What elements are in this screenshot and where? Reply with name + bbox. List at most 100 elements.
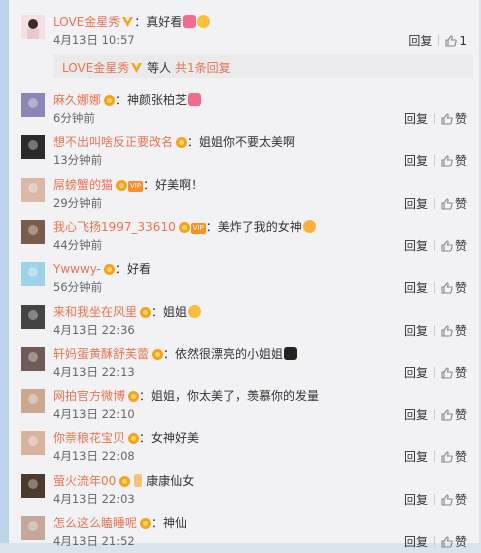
like-button[interactable]: 赞 <box>455 154 467 168</box>
comment-text: ：神颜张柏芝 <box>115 93 188 107</box>
member-badge-icon <box>176 137 188 149</box>
verified-v-icon <box>131 63 143 73</box>
like-icon[interactable] <box>441 324 453 337</box>
timestamp: 4月13日 21:52 <box>53 534 135 548</box>
avatar[interactable] <box>21 177 45 202</box>
username[interactable]: 麻久娜娜 <box>53 93 101 107</box>
comment-text: 康康仙女 <box>146 473 195 488</box>
comment-row: 我心飞扬1997_33610 VIP ：美炸了我的女神 44分钟前 回复 赞 <box>9 215 479 257</box>
username[interactable]: 你萘稂花宝贝 <box>53 431 125 445</box>
username[interactable]: 轩妈蛋黄酥舒芙蕾 <box>53 347 149 361</box>
reply-summary-text: 等人 <box>147 61 172 75</box>
like-button[interactable]: 赞 <box>455 324 467 338</box>
username[interactable]: LOVE金星秀 <box>53 15 120 29</box>
verified-v-icon <box>122 17 134 27</box>
comment-text: ：神仙 <box>151 516 188 530</box>
avatar[interactable] <box>21 93 45 117</box>
username[interactable]: 怎么这么瞌睡呢 <box>53 516 137 530</box>
comment-row: Ywwwy- ：好看 56分钟前 回复 赞 <box>9 257 479 299</box>
like-icon[interactable] <box>441 409 453 421</box>
username[interactable]: 网拍官方微博 <box>53 389 125 403</box>
reply-summary-user[interactable]: LOVE金星秀 <box>62 61 129 75</box>
avatar[interactable] <box>21 346 45 371</box>
like-button[interactable]: 赞 <box>455 493 467 507</box>
like-button[interactable]: 赞 <box>455 450 467 464</box>
avatar[interactable] <box>21 431 45 456</box>
reply-button[interactable]: 回复 <box>404 408 428 422</box>
like-icon[interactable] <box>441 282 453 294</box>
view-replies-link[interactable]: 共1条回复 <box>175 61 231 75</box>
kiss-emoji-icon <box>302 219 316 233</box>
like-icon[interactable] <box>441 494 453 506</box>
divider <box>433 324 435 336</box>
divider <box>433 493 435 505</box>
reply-button[interactable]: 回复 <box>404 450 428 464</box>
like-icon[interactable] <box>441 451 453 463</box>
like-icon[interactable] <box>441 155 453 167</box>
reply-button[interactable]: 回复 <box>404 493 428 507</box>
like-button[interactable]: 赞 <box>455 112 467 126</box>
candle-emoji-icon <box>134 473 143 487</box>
like-button[interactable]: 赞 <box>455 281 467 295</box>
timestamp: 6分钟前 <box>53 111 95 125</box>
like-icon[interactable] <box>445 35 458 47</box>
username[interactable]: Ywwwy- <box>53 262 101 276</box>
smile-emoji-icon <box>188 304 202 318</box>
avatar[interactable] <box>21 262 45 287</box>
reply-button[interactable]: 回复 <box>404 324 428 338</box>
username[interactable]: 我心飞扬1997_33610 <box>53 220 176 234</box>
reply-button[interactable]: 回复 <box>404 239 428 253</box>
like-button[interactable]: 赞 <box>455 197 467 211</box>
avatar[interactable] <box>21 135 45 160</box>
member-badge-icon <box>140 306 152 318</box>
username[interactable]: 来和我坐在风里 <box>53 305 137 319</box>
reply-button[interactable]: 回复 <box>404 281 428 295</box>
divider <box>433 366 435 378</box>
member-badge-icon <box>152 348 164 360</box>
username[interactable]: 萤火流年00 <box>53 474 116 488</box>
like-icon[interactable] <box>441 367 453 379</box>
timestamp: 4月13日 22:10 <box>53 407 135 422</box>
member-badge-icon <box>140 518 152 529</box>
comment-text: ：真好看 <box>134 15 183 29</box>
username[interactable]: 屌螃蟹的猫 <box>53 178 113 192</box>
avatar[interactable] <box>21 473 45 498</box>
avatar[interactable] <box>21 304 45 329</box>
like-button[interactable]: 赞 <box>455 366 467 380</box>
timestamp: 4月13日 22:36 <box>53 322 135 337</box>
comment-row: 你萘稂花宝贝 ：女神好美 4月13日 22:08 回复 赞 <box>9 426 479 468</box>
like-button[interactable]: 赞 <box>455 239 467 253</box>
like-button[interactable]: 赞 <box>455 535 467 549</box>
comment-text: ：女神好美 <box>139 431 200 446</box>
timestamp: 29分钟前 <box>53 195 103 210</box>
reply-button[interactable]: 回复 <box>404 154 428 168</box>
like-icon[interactable] <box>441 113 453 125</box>
like-icon[interactable] <box>441 536 453 548</box>
reply-button[interactable]: 回复 <box>408 34 432 48</box>
timestamp: 4月13日 10:57 <box>53 33 135 47</box>
member-badge-icon <box>119 475 131 487</box>
comment-row: 萤火流年00 康康仙女 4月13日 22:03 回复 赞 <box>9 469 479 511</box>
member-badge-icon <box>178 221 190 233</box>
divider <box>433 451 435 463</box>
avatar[interactable] <box>21 389 45 414</box>
avatar[interactable] <box>21 219 45 244</box>
comment-text: ：姐姐你不要太美啊 <box>187 135 296 150</box>
like-button[interactable]: 赞 <box>455 408 467 422</box>
reply-button[interactable]: 回复 <box>404 197 428 211</box>
comment-text: ：美炸了我的女神 <box>205 219 302 234</box>
avatar[interactable] <box>21 516 45 540</box>
divider <box>433 113 435 124</box>
timestamp: 13分钟前 <box>53 153 103 168</box>
avatar[interactable] <box>21 15 45 39</box>
reply-button[interactable]: 回复 <box>404 366 428 380</box>
member-badge-icon <box>116 179 128 191</box>
comment-row: 来和我坐在风里 ：姐姐 4月13日 22:36 回复 赞 <box>9 300 479 342</box>
timestamp: 44分钟前 <box>53 237 103 252</box>
like-icon[interactable] <box>441 240 453 252</box>
like-icon[interactable] <box>441 198 453 210</box>
reply-button[interactable]: 回复 <box>404 535 428 549</box>
reply-button[interactable]: 回复 <box>404 112 428 126</box>
username[interactable]: 想不出叫啥反正要改名 <box>53 135 173 149</box>
comment-row: 怎么这么瞌睡呢 ：神仙 4月13日 21:52 回复 赞 <box>9 511 479 553</box>
